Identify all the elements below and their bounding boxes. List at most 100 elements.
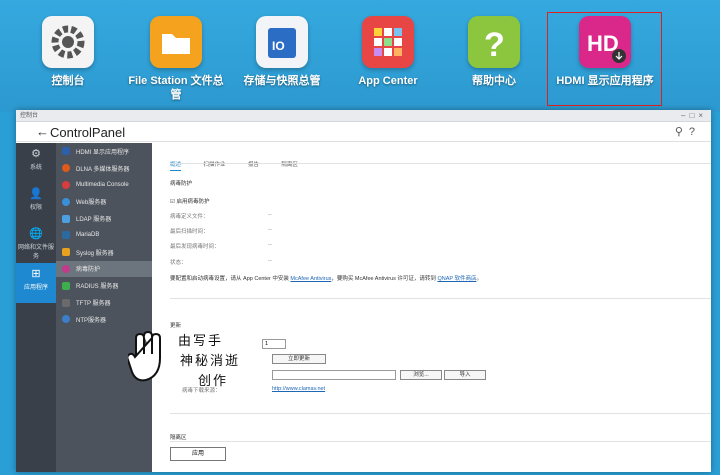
sub-item-label: NTP服务器: [76, 317, 107, 324]
sub-item-ldap[interactable]: LDAP 服务器: [56, 210, 152, 227]
hdmi-icon: [62, 147, 70, 156]
svg-text:IO: IO: [272, 39, 285, 53]
help-icon[interactable]: ?: [689, 126, 701, 138]
section-divider: [170, 298, 711, 299]
sub-item-antivirus[interactable]: 病毒防护: [56, 260, 152, 278]
sub-item-web[interactable]: Web服务器: [56, 193, 152, 210]
antivirus-section-title: 病毒防护: [170, 181, 193, 187]
tab-overview[interactable]: 概述: [170, 160, 182, 171]
desktop-icon-label: 存储与快照总管: [243, 75, 321, 87]
sub-item-multimedia[interactable]: Multimedia Console: [56, 177, 152, 194]
qnap-store-link[interactable]: QNAP 软件商店: [437, 276, 476, 282]
sub-item-tftp[interactable]: TFTP 服务器: [56, 294, 152, 311]
sub-item-dlna[interactable]: DLNA 多媒体服务器: [56, 160, 152, 177]
desktop-icon-label: App Center: [358, 75, 418, 87]
header-actions: ⚲?: [675, 125, 701, 138]
sub-item-label: 病毒防护: [76, 267, 101, 274]
tab-quarantine[interactable]: 隔离区: [281, 160, 298, 170]
install-note: 要配置和启动病毒设置，请从 App Center 中安装 McAfee Anti…: [170, 274, 482, 282]
quarantine-section-title: 隔离区: [170, 435, 187, 441]
window-titlebar[interactable]: 控制台 –□×: [16, 110, 711, 122]
enable-antivirus-checkbox[interactable]: ☑ 启用病毒防护: [170, 197, 209, 205]
desktop-icon-file-station[interactable]: File Station 文件总管: [124, 16, 228, 102]
update-frequency-field[interactable]: 1: [262, 339, 286, 349]
storage-icon: IO: [256, 16, 308, 68]
desktop-icon-label: 控制台: [51, 75, 85, 87]
tab-divider: [170, 163, 711, 164]
status-row-value: --: [268, 227, 272, 233]
apps-icon: ⊞: [31, 268, 41, 280]
apply-button[interactable]: 应用: [170, 447, 226, 461]
close-icon[interactable]: ×: [698, 111, 707, 120]
watermark: 新浪众测: [640, 445, 712, 464]
import-button[interactable]: 导入: [444, 370, 486, 380]
desktop-icon-storage[interactable]: IO 存储与快照总管: [230, 16, 334, 88]
web-icon: [62, 197, 70, 206]
install-note-text: 。: [476, 276, 482, 282]
main-nav: ⚙ 系统 👤 权限 🌐 网络和文件服务 ⊞ 应用程序: [16, 143, 56, 472]
back-arrow-icon[interactable]: ←: [36, 124, 49, 139]
browse-button[interactable]: 浏览...: [400, 370, 442, 380]
section-divider: [170, 413, 711, 414]
sub-item-mariadb[interactable]: MariaDB: [56, 227, 152, 244]
dlna-icon: [62, 164, 70, 173]
app-header: ← ControlPanel ⚲?: [16, 122, 711, 142]
nav-item-applications[interactable]: ⊞ 应用程序: [16, 263, 56, 303]
nav-item-privilege[interactable]: 👤 权限: [16, 183, 56, 223]
gear-icon: ⚙: [31, 148, 41, 160]
app-title: ControlPanel: [50, 125, 126, 140]
tab-scan-jobs[interactable]: 扫描作业: [203, 160, 225, 170]
tab-reports[interactable]: 报告: [248, 160, 259, 170]
user-icon: 👤: [29, 188, 43, 200]
checkbox-icon[interactable]: ☑: [170, 199, 175, 205]
nav-item-label: 权限: [29, 205, 42, 211]
gear-icon: [42, 16, 94, 68]
status-row-label: 病毒定义文件：: [170, 214, 209, 220]
tftp-icon: [62, 298, 70, 307]
update-now-button[interactable]: 立即更新: [272, 354, 326, 364]
antivirus-icon: [62, 264, 70, 273]
sub-item-label: MariaDB: [76, 232, 100, 239]
sub-item-syslog[interactable]: Syslog 服务器: [56, 244, 152, 261]
window-controls[interactable]: –□×: [681, 110, 707, 122]
nav-item-network[interactable]: 🌐 网络和文件服务: [16, 223, 56, 263]
status-row-label: 最后扫描时间：: [170, 229, 209, 235]
wifi-icon: [62, 281, 70, 290]
database-icon: [62, 231, 70, 240]
status-row-value: --: [268, 212, 272, 218]
clamav-link[interactable]: http://www.clamav.net: [272, 386, 325, 392]
clock-icon: [62, 315, 70, 324]
stamp-line-3: 创作: [198, 374, 229, 389]
sub-nav: HDMI 显示应用程序 DLNA 多媒体服务器 Multimedia Conso…: [56, 143, 152, 472]
svg-text:?: ?: [484, 26, 505, 64]
sub-item-label: TFTP 服务器: [76, 301, 111, 308]
sub-item-label: RADIUS 服务器: [76, 284, 119, 291]
desktop-icon-label: 帮助中心: [472, 75, 516, 87]
search-icon[interactable]: ⚲: [675, 126, 689, 138]
sub-item-label: DLNA 多媒体服务器: [76, 166, 130, 173]
app-grid-icon: [362, 16, 414, 68]
hand-icon: [128, 330, 161, 382]
desktop-icon-help-center[interactable]: ? 帮助中心: [442, 16, 546, 88]
nav-item-label: 系统: [29, 165, 42, 171]
sub-item-label: HDMI 显示应用程序: [76, 149, 129, 156]
sub-item-radius[interactable]: RADIUS 服务器: [56, 277, 152, 294]
mcafee-link[interactable]: McAfee Antivirus: [290, 276, 331, 282]
update-file-field[interactable]: [272, 370, 396, 380]
status-row-value: --: [268, 242, 272, 248]
sub-item-label: Multimedia Console: [76, 181, 129, 188]
syslog-icon: [62, 248, 70, 257]
sub-item-label: LDAP 服务器: [76, 217, 112, 224]
install-note-text: ，要购买 McAfee Antivirus 许可证，请转到: [331, 276, 436, 282]
desktop: 控制台 File Station 文件总管 IO 存储与快照总管 App Cen…: [0, 0, 720, 112]
maximize-icon[interactable]: □: [689, 111, 698, 120]
sub-item-hdmi[interactable]: HDMI 显示应用程序: [56, 143, 152, 160]
desktop-icon-app-center[interactable]: App Center: [336, 16, 440, 88]
sub-item-ntp[interactable]: NTP服务器: [56, 311, 152, 328]
tab-bar: 概述 扫描作业 报告 隔离区: [170, 153, 316, 171]
install-note-text: 要配置和启动病毒设置，请从 App Center 中安装: [170, 276, 289, 282]
desktop-icon-control-panel[interactable]: 控制台: [16, 16, 120, 88]
selection-highlight: [547, 12, 662, 106]
content-panel: 概述 扫描作业 报告 隔离区 病毒防护 ☑ 启用病毒防护 病毒定义文件： -- …: [152, 143, 711, 472]
nav-item-system[interactable]: ⚙ 系统: [16, 143, 56, 183]
